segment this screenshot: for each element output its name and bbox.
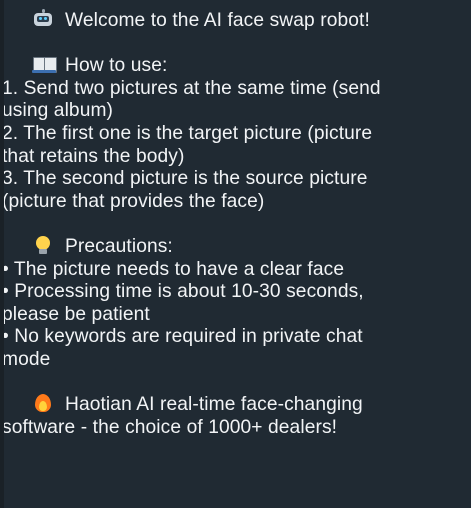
how-to-title: How to use: bbox=[65, 55, 168, 77]
promo-line: Haotian AI real-time face-changing bbox=[31, 394, 459, 417]
promo-line: software - the choice of 1000+ dealers! bbox=[2, 416, 338, 438]
precaution-line: • The picture needs to have a clear face bbox=[2, 258, 345, 280]
precautions-title: Precautions: bbox=[65, 235, 173, 257]
welcome-text: Welcome to the AI face swap robot! bbox=[65, 10, 370, 31]
how-to-line: 1. Send two pictures at the same time (s… bbox=[2, 77, 381, 99]
precaution-line: • No keywords are required in private ch… bbox=[2, 326, 363, 348]
book-icon bbox=[31, 55, 57, 74]
how-to-line: using album) bbox=[2, 100, 114, 122]
precautions-heading: Precautions: bbox=[31, 235, 459, 259]
precaution-line: please be patient bbox=[2, 303, 150, 325]
how-to-line: that retains the body) bbox=[2, 145, 185, 167]
how-to-line: 3. The second picture is the source pict… bbox=[2, 168, 368, 190]
bulb-icon bbox=[31, 235, 57, 254]
promo-text: Haotian AI real-time face-changing bbox=[65, 394, 363, 416]
how-to-line: 2. The first one is the target picture (… bbox=[2, 122, 373, 144]
how-to-line: (picture that provides the face) bbox=[2, 190, 265, 212]
robot-icon bbox=[31, 9, 57, 28]
precaution-line: mode bbox=[2, 348, 51, 370]
welcome-line: Welcome to the AI face swap robot! bbox=[31, 9, 459, 33]
precaution-line: • Processing time is about 10-30 seconds… bbox=[2, 281, 364, 303]
fire-icon bbox=[31, 394, 57, 413]
bot-message-bubble: Welcome to the AI face swap robot! How t… bbox=[0, 0, 471, 508]
how-to-heading: How to use: bbox=[31, 55, 459, 78]
